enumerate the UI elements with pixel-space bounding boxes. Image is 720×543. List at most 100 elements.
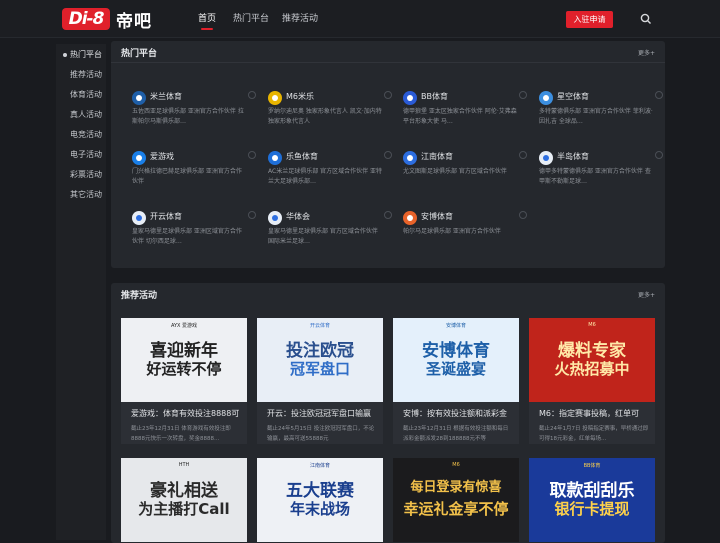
promo-banner[interactable]: 开云体育 投注欧冠 冠军盘口 bbox=[257, 318, 383, 402]
promo-card[interactable]: 安博体育 安博体育 圣诞盛宴 安博：按有效投注额和派彩金 截止23年12月31日 根据有… bbox=[393, 318, 519, 444]
sidebar-item-sports[interactable]: 体育活动 bbox=[70, 89, 102, 100]
sidebar-item-esports[interactable]: 电竞活动 bbox=[70, 129, 102, 140]
promo-card[interactable]: M6 每日登录有惊喜 幸运礼金享不停 bbox=[393, 458, 519, 542]
promo-card-title: M6：指定赛事投稿，红单可 bbox=[539, 409, 639, 418]
platform-item[interactable]: 华体会 皇家马德里足球俱乐部 官方区域合作伙伴 国际米兰足球… bbox=[268, 209, 392, 259]
logo-mark: Di-8 bbox=[62, 8, 110, 30]
banner-brand: M6 bbox=[452, 462, 460, 468]
platform-select-radio[interactable] bbox=[248, 151, 256, 159]
bandao-logo bbox=[539, 151, 553, 165]
sidebar: 热门平台 推荐活动 体育活动 真人活动 电竞活动 电子活动 彩票活动 其它活动 bbox=[56, 44, 106, 540]
banner-brand: 开云体育 bbox=[309, 323, 330, 329]
banner-subheadline: 圣诞盛宴 bbox=[425, 360, 486, 378]
banner-brand: BB体育 bbox=[583, 463, 601, 469]
platform-select-radio[interactable] bbox=[248, 211, 256, 219]
promo-card[interactable]: 开云体育 投注欧冠 冠军盘口 开云：投注欧冠冠军盘口输赢 截止24年5月15日 投注欧冠… bbox=[257, 318, 383, 444]
promo-card-title: 开云：投注欧冠冠军盘口输赢 bbox=[267, 409, 371, 418]
platform-select-radio[interactable] bbox=[248, 91, 256, 99]
platform-select-radio[interactable] bbox=[384, 151, 392, 159]
sidebar-item-others[interactable]: 其它活动 bbox=[70, 189, 102, 200]
m6-logo bbox=[268, 91, 282, 105]
banner-brand: 江南体育 bbox=[309, 463, 330, 469]
nav-home[interactable]: 首页 bbox=[198, 0, 216, 38]
banner-brand: M6 bbox=[588, 322, 596, 328]
promo-banner[interactable]: 江南体育 五大联赛 年末战场 bbox=[257, 458, 383, 542]
promo-banner[interactable]: BB体育 取款刮刮乐 银行卡提现 bbox=[529, 458, 655, 542]
promo-card[interactable]: HTH 豪礼相送 为主播打Call bbox=[121, 458, 247, 542]
platform-item[interactable]: 星空体育 多特蒙德俱乐部 亚洲官方合作伙伴 菲利波·因扎吉 全球品… bbox=[539, 89, 663, 139]
hot-platforms-more-link[interactable]: 更多+ bbox=[638, 48, 655, 57]
platform-item[interactable]: 乐鱼体育 AC米兰足球俱乐部 官方区域合作伙伴 亚特兰大足球俱乐部… bbox=[268, 149, 392, 199]
platform-description: 尤文图斯足球俱乐部 官方区域合作伙伴 bbox=[403, 168, 507, 175]
kaiyun-logo bbox=[132, 211, 146, 225]
platform-select-radio[interactable] bbox=[655, 151, 663, 159]
promotions-more-link[interactable]: 更多+ bbox=[638, 290, 655, 299]
nav-promotions[interactable]: 推荐活动 bbox=[282, 0, 318, 38]
banner-subheadline: 银行卡提现 bbox=[554, 500, 630, 518]
sidebar-item-promotions[interactable]: 推荐活动 bbox=[70, 69, 102, 80]
hot-platforms-panel: 热门平台 更多+ 米兰体育 五佐西亚足球俱乐部 亚洲官方合作伙伴 拉斯帕尔马斯俱乐… bbox=[111, 41, 665, 268]
promo-banner[interactable]: 安博体育 安博体育 圣诞盛宴 bbox=[393, 318, 519, 402]
promotions-title: 推荐活动 bbox=[121, 291, 158, 301]
sidebar-item-live-casino[interactable]: 真人活动 bbox=[70, 109, 102, 120]
platform-item[interactable]: 江南体育尤文图斯足球俱乐部 官方区域合作伙伴 bbox=[403, 149, 527, 199]
banner-subheadline: 幸运礼金享不停 bbox=[403, 500, 509, 518]
banner-subheadline: 好运转不停 bbox=[146, 360, 222, 378]
bb-logo bbox=[403, 91, 417, 105]
promo-card[interactable]: BB体育 取款刮刮乐 银行卡提现 bbox=[529, 458, 655, 542]
banner-headline: 每日登录有惊喜 bbox=[410, 480, 502, 495]
platform-select-radio[interactable] bbox=[655, 91, 663, 99]
platform-select-radio[interactable] bbox=[519, 151, 527, 159]
platform-select-radio[interactable] bbox=[519, 211, 527, 219]
sidebar-item-slots[interactable]: 电子活动 bbox=[70, 149, 102, 160]
platform-item[interactable]: 安博体育帕尔马足球俱乐部 亚洲官方合作伙伴 bbox=[403, 209, 527, 259]
banner-brand: HTH bbox=[178, 462, 190, 468]
ayx-logo bbox=[132, 151, 146, 165]
leyu-logo bbox=[268, 151, 282, 165]
promo-banner[interactable]: AYX 爱游戏 喜迎新年 好运转不停 bbox=[121, 318, 247, 402]
banner-brand: 安博体育 bbox=[445, 323, 466, 329]
platform-item[interactable]: M6米乐 罗纳尔迪尼奥 独家形象代言人 凯文·加内特 独家形象代言人 bbox=[268, 89, 392, 139]
platform-name: 开云体育 bbox=[150, 212, 182, 221]
promo-banner[interactable]: M6 每日登录有惊喜 幸运礼金享不停 bbox=[393, 458, 519, 542]
promo-card[interactable]: M6 爆料专家 火热招募中 M6：指定赛事投稿，红单可截止24年1月7日 投稿指定赛事… bbox=[529, 318, 655, 444]
promo-card-description: 截止24年1月7日 投稿指定赛事，早桥通过即可得18元彩金，红单每场… bbox=[539, 426, 649, 442]
platform-description: 皇家马德里足球俱乐部 亚洲区域官方合作伙伴 切尔西足球… bbox=[132, 228, 242, 245]
platform-item[interactable]: 半岛体育 德甲多特蒙德俱乐部 亚洲官方合作伙伴 查甲斯不勒斯足球… bbox=[539, 149, 663, 199]
platform-name: 江南体育 bbox=[421, 152, 453, 161]
promo-banner[interactable]: M6 爆料专家 火热招募中 bbox=[529, 318, 655, 402]
site-logo[interactable]: Di-8 帝吧 bbox=[62, 8, 152, 32]
milan-logo bbox=[132, 91, 146, 105]
promo-banner[interactable]: HTH 豪礼相送 为主播打Call bbox=[121, 458, 247, 542]
promo-card-title: 爱游戏：体育有效投注8888可 bbox=[131, 409, 240, 418]
platform-item[interactable]: 爱游戏门兴格拉德巴赫足球俱乐部 亚洲官方合作伙伴 bbox=[132, 149, 256, 199]
sidebar-item-lottery[interactable]: 彩票活动 bbox=[70, 169, 102, 180]
platform-description: 皇家马德里足球俱乐部 官方区域合作伙伴 国际米兰足球… bbox=[268, 228, 378, 245]
platform-select-radio[interactable] bbox=[384, 91, 392, 99]
platform-description: 门兴格拉德巴赫足球俱乐部 亚洲官方合作伙伴 bbox=[132, 168, 242, 185]
platform-item[interactable]: 开云体育皇家马德里足球俱乐部 亚洲区域官方合作伙伴 切尔西足球… bbox=[132, 209, 256, 259]
platform-description: 德甲多特蒙德俱乐部 亚洲官方合作伙伴 查甲斯不勒斯足球… bbox=[539, 168, 651, 185]
platform-name: 爱游戏 bbox=[150, 152, 174, 161]
join-apply-button[interactable]: 入驻申请 bbox=[566, 11, 613, 28]
banner-subheadline: 为主播打Call bbox=[138, 500, 230, 518]
platform-item[interactable]: BB体育 德甲狼堡 亚太区独家合作伙伴 阿伦·艾弗森 平台形象大使 马… bbox=[403, 89, 527, 139]
promo-card[interactable]: 江南体育 五大联赛 年末战场 bbox=[257, 458, 383, 542]
platform-item[interactable]: 米兰体育 五佐西亚足球俱乐部 亚洲官方合作伙伴 拉斯帕尔马斯俱乐部… bbox=[132, 89, 256, 139]
banner-subheadline: 冠军盘口 bbox=[289, 360, 350, 378]
platform-name: 安博体育 bbox=[421, 212, 453, 221]
platform-description: 罗纳尔迪尼奥 独家形象代言人 凯文·加内特 独家形象代言人 bbox=[268, 108, 382, 125]
platform-name: BB体育 bbox=[421, 92, 448, 101]
sidebar-item-hot-platforms[interactable]: 热门平台 bbox=[63, 49, 102, 60]
jiangnan-logo bbox=[403, 151, 417, 165]
platform-description: 多特蒙德俱乐部 亚洲官方合作伙伴 菲利波·因扎吉 全球品… bbox=[539, 108, 653, 125]
platform-description: 帕尔马足球俱乐部 亚洲官方合作伙伴 bbox=[403, 228, 501, 235]
platform-name: 乐鱼体育 bbox=[286, 152, 318, 161]
banner-brand: AYX 爱游戏 bbox=[170, 323, 198, 329]
nav-hot-platforms[interactable]: 热门平台 bbox=[233, 0, 269, 38]
search-icon[interactable] bbox=[640, 13, 652, 25]
promo-card[interactable]: AYX 爱游戏 喜迎新年 好运转不停 爱游戏：体育有效投注8888可 截止23年12月3… bbox=[121, 318, 247, 444]
platform-select-radio[interactable] bbox=[519, 91, 527, 99]
logo-text: 帝吧 bbox=[116, 11, 152, 32]
platform-select-radio[interactable] bbox=[384, 211, 392, 219]
